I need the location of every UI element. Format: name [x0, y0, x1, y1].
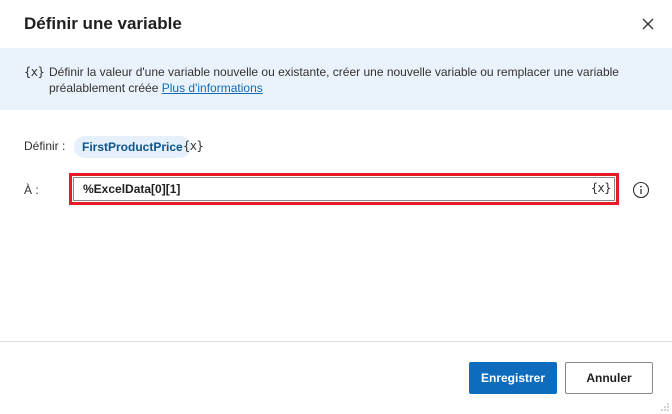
- set-label: Définir :: [24, 139, 66, 153]
- value-input[interactable]: %ExcelData[0][1] {x}: [73, 177, 615, 201]
- dialog-header: Définir une variable: [0, 0, 672, 48]
- variable-name-chip[interactable]: FirstProductPrice: [74, 136, 191, 158]
- info-icon[interactable]: [632, 181, 650, 199]
- dialog-title: Définir une variable: [24, 14, 182, 33]
- save-button[interactable]: Enregistrer: [469, 362, 557, 394]
- resize-grip-icon[interactable]: [660, 402, 670, 412]
- close-button[interactable]: [636, 12, 660, 36]
- banner-description-text: Définir la valeur d'une variable nouvell…: [49, 65, 619, 95]
- close-icon: [642, 18, 654, 30]
- cancel-button[interactable]: Annuler: [565, 362, 653, 394]
- more-info-link[interactable]: Plus d'informations: [162, 81, 263, 95]
- set-variable-dialog: Définir une variable {x} Définir la vale…: [0, 0, 672, 414]
- variable-icon: {x}: [24, 65, 45, 79]
- value-input-text: %ExcelData[0][1]: [83, 182, 181, 196]
- info-banner: {x} Définir la valeur d'une variable nou…: [0, 48, 672, 110]
- value-variable-picker-button[interactable]: {x}: [591, 181, 612, 195]
- to-label: À :: [24, 183, 39, 197]
- banner-description: Définir la valeur d'une variable nouvell…: [49, 64, 649, 96]
- footer-divider: [0, 341, 672, 342]
- variable-picker-button[interactable]: {x}: [183, 139, 204, 153]
